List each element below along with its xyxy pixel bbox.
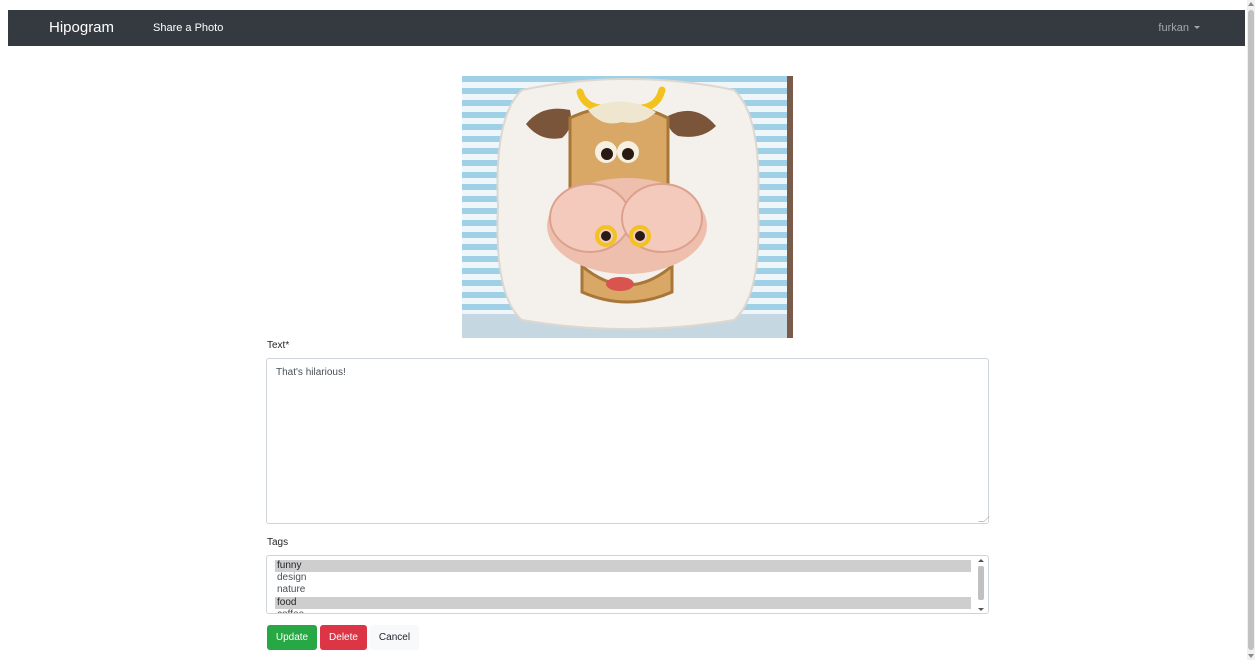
- cow-sandwich-photo: [462, 76, 793, 338]
- tags-select[interactable]: funny design nature food coffee: [266, 555, 989, 614]
- user-dropdown[interactable]: furkan: [1158, 10, 1200, 46]
- share-photo-link[interactable]: Share a Photo: [153, 10, 223, 46]
- text-label: Text*: [267, 340, 290, 351]
- tag-option-coffee[interactable]: coffee: [275, 609, 971, 613]
- cancel-button[interactable]: Cancel: [370, 625, 419, 650]
- tags-scrollbar[interactable]: [976, 558, 986, 612]
- scroll-down-icon[interactable]: [1248, 654, 1254, 658]
- scrollbar-thumb[interactable]: [978, 566, 984, 600]
- tag-option-design[interactable]: design: [275, 572, 971, 584]
- tag-option-funny[interactable]: funny: [275, 560, 971, 572]
- photo: [462, 76, 793, 338]
- tag-option-food[interactable]: food: [275, 597, 971, 609]
- caret-down-icon: [1194, 26, 1200, 29]
- scroll-up-icon[interactable]: [978, 559, 984, 562]
- tags-label: Tags: [267, 537, 289, 548]
- page-scrollbar[interactable]: [1247, 0, 1255, 660]
- scroll-down-icon[interactable]: [978, 608, 984, 611]
- navbar: Hipogram Share a Photo furkan: [8, 10, 1245, 46]
- update-button[interactable]: Update: [267, 625, 317, 650]
- user-name: furkan: [1158, 22, 1189, 34]
- scrollbar-thumb[interactable]: [1248, 10, 1254, 650]
- text-field[interactable]: That's hilarious!: [266, 358, 989, 524]
- tag-option-nature[interactable]: nature: [275, 584, 971, 596]
- delete-button[interactable]: Delete: [320, 625, 367, 650]
- brand-link[interactable]: Hipogram: [49, 10, 114, 46]
- scroll-up-icon[interactable]: [1248, 2, 1254, 6]
